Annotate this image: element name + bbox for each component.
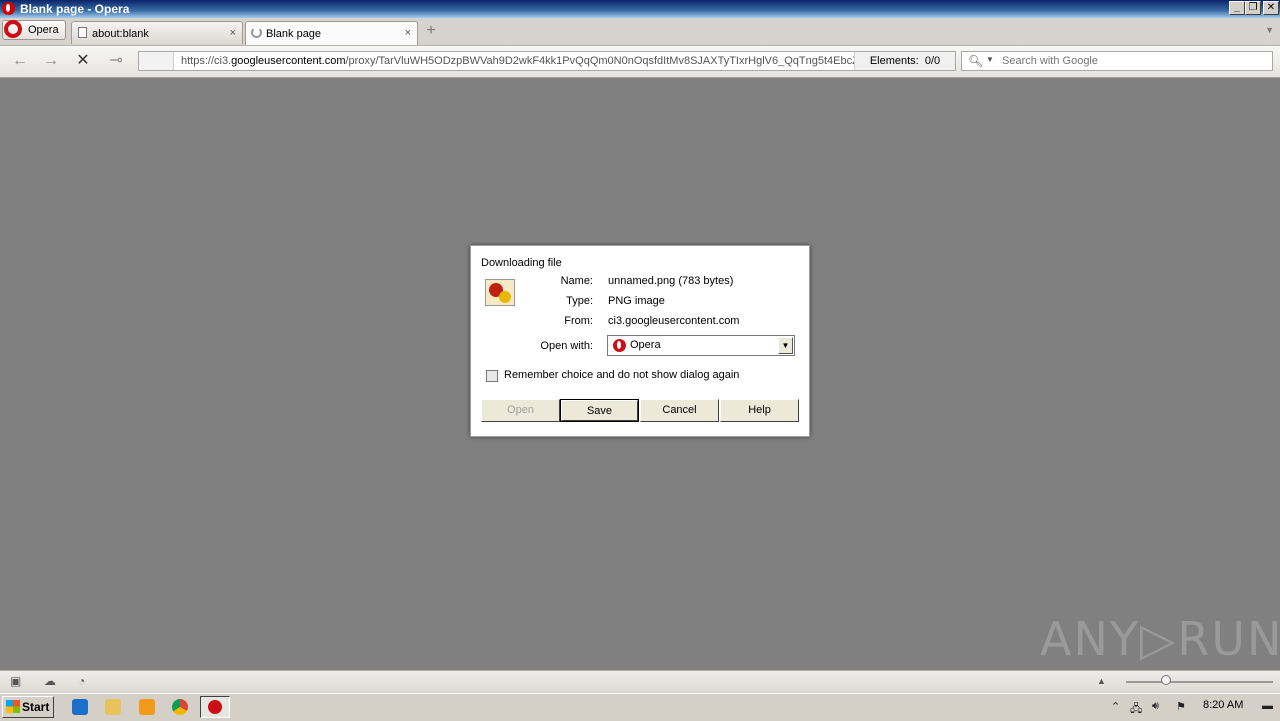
from-label: From:	[564, 315, 593, 327]
taskbar: Start ⌃ 🖧︎ 🔊︎ ⚑ ▬ 8:20 AM	[0, 693, 1280, 721]
internet-explorer-icon[interactable]	[72, 699, 88, 715]
chrome-icon[interactable]	[172, 699, 188, 715]
cancel-button[interactable]: Cancel	[640, 399, 719, 422]
site-badge[interactable]	[139, 52, 174, 70]
back-icon[interactable]: ←	[10, 52, 30, 70]
zoom-chevron-icon[interactable]: ▲	[1097, 675, 1111, 687]
open-with-label: Open with:	[540, 340, 593, 352]
tab-list-chevron-icon[interactable]: ▼	[1265, 25, 1274, 35]
name-value: unnamed.png (783 bytes)	[608, 275, 734, 287]
start-button[interactable]: Start	[2, 696, 54, 718]
zoom-slider-track[interactable]	[1126, 681, 1273, 683]
remember-choice-checkbox[interactable]	[486, 370, 498, 382]
window-title: Blank page - Opera	[20, 2, 130, 16]
elements-counter[interactable]: Elements: 0/0	[854, 52, 955, 70]
tab-label: Blank page	[266, 28, 322, 40]
opera-menu-button[interactable]: Opera	[2, 20, 66, 40]
folder-icon[interactable]	[105, 699, 121, 715]
minimize-button[interactable]: _	[1229, 1, 1245, 15]
opera-icon	[208, 700, 222, 714]
tab-about-blank[interactable]: about:blank ×	[71, 21, 243, 44]
search-box[interactable]: 🔍︎ ▼	[961, 51, 1273, 71]
show-desktop-icon[interactable]: ▬	[1262, 700, 1273, 712]
new-tab-icon[interactable]: +	[423, 23, 439, 39]
search-engine-chevron-icon[interactable]: ▼	[986, 55, 994, 64]
clock[interactable]: 8:20 AM	[1203, 699, 1243, 711]
document-icon	[78, 27, 87, 38]
tab-label: about:blank	[92, 28, 149, 40]
navigation-bar: ← → ✕ ⊸ https://ci3.googleusercontent.co…	[0, 46, 1280, 78]
tab-bar: Opera about:blank × Blank page × + ▼	[0, 18, 1280, 46]
open-button[interactable]: Open	[481, 399, 560, 422]
tab-close-icon[interactable]: ×	[405, 27, 411, 39]
restore-button[interactable]: ❐	[1245, 1, 1261, 15]
anyrun-watermark: ANY▷RUN	[1040, 612, 1280, 666]
type-label: Type:	[566, 295, 593, 307]
opera-logo-icon	[4, 20, 22, 38]
name-label: Name:	[560, 275, 593, 287]
volume-icon[interactable]: 🔊︎	[1152, 700, 1159, 713]
title-bar: Blank page - Opera _ ❐ ✕	[0, 0, 1280, 18]
flag-icon[interactable]: ⚑	[1176, 700, 1186, 713]
dialog-title: Downloading file	[481, 257, 562, 269]
key-icon[interactable]: ⊸	[106, 52, 126, 70]
status-bar: ▣ ☁ ◔ ▲	[0, 670, 1280, 693]
save-button[interactable]: Save	[560, 399, 639, 422]
open-with-value: Opera	[630, 339, 661, 351]
opera-app-icon	[2, 2, 15, 15]
start-label: Start	[22, 700, 50, 714]
open-with-select[interactable]: Opera ▼	[607, 335, 795, 356]
address-bar[interactable]: https://ci3.googleusercontent.com/proxy/…	[138, 51, 956, 71]
taskbar-opera-button[interactable]	[200, 696, 230, 718]
opera-icon	[613, 339, 626, 352]
forward-icon[interactable]: →	[41, 52, 61, 70]
stop-icon[interactable]: ✕	[73, 52, 93, 70]
loading-spinner-icon	[251, 27, 262, 38]
close-window-button[interactable]: ✕	[1263, 1, 1279, 15]
system-tray: ⌃ 🖧︎ 🔊︎ ⚑ ▬	[1106, 696, 1278, 718]
url-text[interactable]: https://ci3.googleusercontent.com/proxy/…	[181, 55, 856, 67]
panel-toggle-icon[interactable]: ▣	[10, 675, 24, 687]
cloud-icon[interactable]: ☁	[44, 675, 58, 687]
help-button[interactable]: Help	[720, 399, 799, 422]
windows-logo-icon	[6, 700, 20, 713]
zoom-slider-thumb[interactable]	[1161, 675, 1171, 685]
search-icon: 🔍︎	[968, 54, 984, 68]
opera-menu-label: Opera	[28, 24, 59, 36]
from-value: ci3.googleusercontent.com	[608, 315, 740, 327]
remember-choice-label[interactable]: Remember choice and do not show dialog a…	[504, 369, 739, 381]
media-player-icon[interactable]	[139, 699, 155, 715]
chevron-down-icon[interactable]: ▼	[778, 337, 793, 354]
download-dialog: Downloading file Name: unnamed.png (783 …	[470, 245, 810, 437]
tray-expand-icon[interactable]: ⌃	[1111, 700, 1120, 713]
network-icon[interactable]: 🖧︎	[1130, 700, 1142, 719]
search-input[interactable]	[1000, 54, 1264, 68]
tab-blank-page[interactable]: Blank page ×	[245, 21, 418, 45]
type-value: PNG image	[608, 295, 665, 307]
tab-close-icon[interactable]: ×	[230, 27, 236, 39]
speed-dial-icon[interactable]: ◔	[78, 675, 92, 687]
